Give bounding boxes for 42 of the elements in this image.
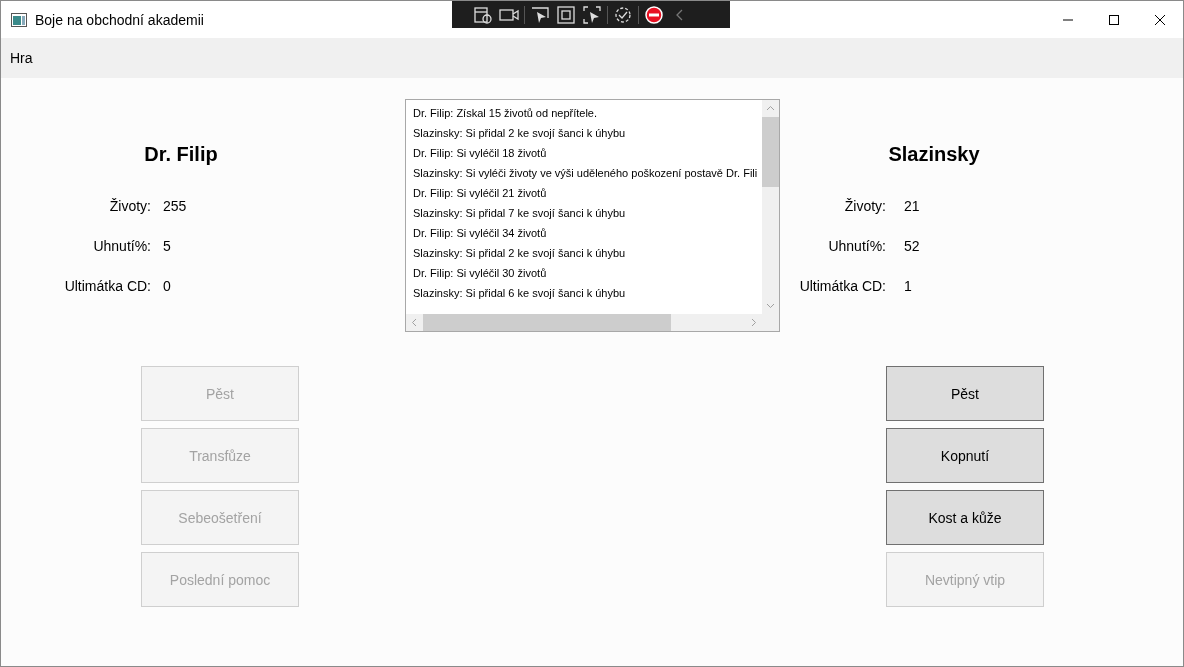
stat-label: Životy: (108, 197, 151, 216)
log-line: Slazinsky: Si přidal 6 ke svojí šanci k úhybu (413, 286, 627, 301)
cursor-select-icon[interactable] (529, 4, 551, 25)
log-line: Slazinsky: Si přidal 2 ke svojí šanci k úhybu (413, 246, 627, 261)
horizontal-scrollbar[interactable] (406, 314, 762, 331)
maximize-icon[interactable] (1108, 13, 1120, 26)
stat-label: Ultimátka CD: (798, 277, 886, 296)
stop-icon[interactable] (643, 4, 665, 25)
stat-label: Ultimátka CD: (63, 277, 151, 296)
close-icon[interactable] (1154, 13, 1166, 26)
stat-value: 1 (904, 277, 913, 296)
stat-label: Uhnutí%: (827, 237, 886, 256)
stat-value: 52 (904, 237, 921, 256)
stat-label: Uhnutí%: (92, 237, 151, 256)
action-button[interactable]: Pěst (886, 366, 1044, 421)
player-name: Dr. Filip (143, 143, 219, 166)
gear-check-icon[interactable] (612, 4, 634, 25)
log-line: Dr. Filip: Si vyléčil 21 životů (413, 186, 548, 201)
stat-label: Životy: (843, 197, 886, 216)
log-line: Slazinsky: Si vyléči životy ve výši uděleného poškození postavě Dr. Fili (413, 166, 759, 181)
window-title: Boje na obchodní akademii (35, 11, 204, 28)
menu-item[interactable]: Hra (1, 50, 42, 66)
log-line: Slazinsky: Si přidal 7 ke svojí šanci k úhybu (413, 206, 627, 221)
square-icon[interactable] (555, 4, 577, 25)
vertical-scrollbar[interactable] (762, 100, 779, 314)
action-button[interactable]: Kost a kůže (886, 490, 1044, 545)
log-line: Dr. Filip: Získal 15 životů od nepřítele. (413, 106, 599, 121)
log-line: Slazinsky: Si přidal 2 ke svojí šanci k úhybu (413, 126, 627, 141)
stat-value: 5 (163, 237, 172, 256)
screen-select-icon[interactable] (581, 4, 603, 25)
stat-value: 21 (904, 197, 921, 216)
window-target-icon[interactable] (472, 4, 494, 25)
action-button[interactable]: Kopnutí (886, 428, 1044, 483)
log-line: Dr. Filip: Si vyléčil 18 životů (413, 146, 548, 161)
log-line: Dr. Filip: Si vyléčil 34 životů (413, 226, 548, 241)
scrollbar-thumb[interactable] (423, 314, 671, 331)
app-icon (11, 12, 27, 27)
stat-value: 255 (163, 197, 188, 216)
stat-value: 0 (163, 277, 172, 296)
player-name: Slazinsky (887, 143, 981, 166)
log-line: Dr. Filip: Si vyléčil 30 životů (413, 266, 548, 281)
scrollbar-thumb[interactable] (762, 117, 779, 187)
